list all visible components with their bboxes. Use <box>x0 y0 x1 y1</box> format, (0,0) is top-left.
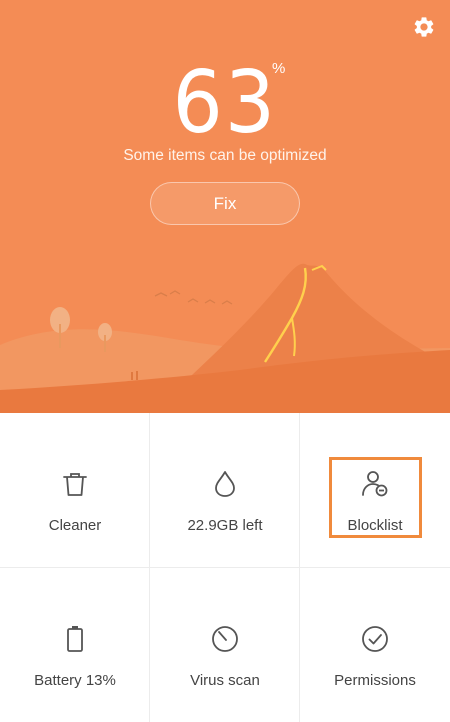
tool-label: 22.9GB left <box>187 517 263 534</box>
optimization-score: 63 <box>0 58 450 148</box>
tool-storage[interactable]: 22.9GB left <box>150 413 300 568</box>
fix-button[interactable]: Fix <box>150 182 300 225</box>
water-drop-icon <box>215 471 235 497</box>
trash-icon <box>63 473 87 496</box>
user-block-icon <box>362 471 388 497</box>
tool-battery[interactable]: Battery 13% <box>0 568 150 722</box>
score-unit: % <box>272 60 286 77</box>
gear-icon[interactable] <box>412 15 436 39</box>
tools-grid: Cleaner 22.9GB left Blocklist Battery 13… <box>0 413 450 722</box>
tool-permissions[interactable]: Permissions <box>300 568 450 722</box>
tool-label: Cleaner <box>48 517 102 534</box>
tool-label: Virus scan <box>190 672 260 689</box>
score-value: 63 <box>172 53 278 153</box>
battery-icon <box>67 626 83 652</box>
check-circle-icon <box>362 626 388 652</box>
tool-label: Blocklist <box>347 517 403 534</box>
scan-timer-icon <box>212 626 238 652</box>
status-subtitle: Some items can be optimized <box>123 147 327 164</box>
tool-label: Battery 13% <box>34 672 116 689</box>
grid-divider <box>0 567 450 568</box>
tool-cleaner[interactable]: Cleaner <box>0 413 150 568</box>
hero-panel: 63 % Some items can be optimized Fix <box>0 0 450 413</box>
tool-virus-scan[interactable]: Virus scan <box>150 568 300 722</box>
tool-label: Permissions <box>334 672 416 689</box>
tool-blocklist[interactable]: Blocklist <box>300 413 450 568</box>
